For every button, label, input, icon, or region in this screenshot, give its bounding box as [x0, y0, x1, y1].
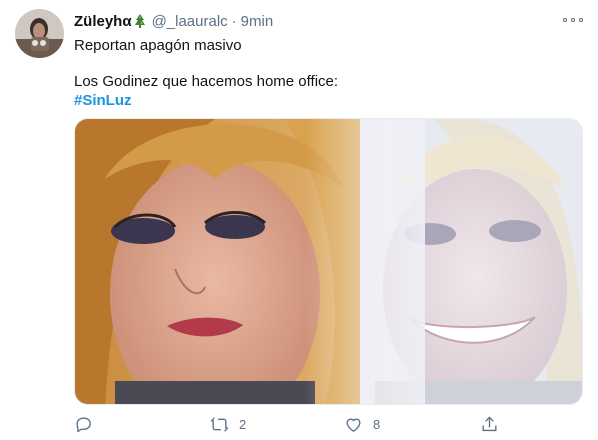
like-button[interactable]: 8 — [344, 412, 380, 436]
retweet-icon — [210, 416, 229, 432]
tweet-actions: 2 8 — [74, 412, 504, 436]
like-count: 8 — [373, 416, 381, 432]
avatar-image — [15, 9, 64, 58]
author-display-name[interactable]: Züleyhα — [74, 13, 132, 30]
tweet-timestamp[interactable]: 9min — [241, 13, 274, 30]
share-button[interactable] — [480, 412, 499, 436]
retweet-button[interactable]: 2 — [210, 412, 246, 436]
author-handle[interactable]: @_laauralc — [152, 13, 228, 30]
reply-button[interactable] — [74, 412, 103, 436]
header-separator: · — [231, 12, 237, 30]
tweet-text-line-1: Reportan apagón masivo — [74, 37, 242, 54]
avatar[interactable] — [15, 9, 64, 58]
tweet-header: Züleyhα @_laauralc · 9min — [74, 11, 273, 31]
retweet-count: 2 — [239, 416, 247, 432]
tweet[interactable]: Züleyhα @_laauralc · 9min Reportan apagó… — [0, 0, 598, 440]
reply-icon — [76, 416, 91, 432]
hashtag-link[interactable]: #SinLuz — [74, 91, 132, 111]
tweet-media-image[interactable] — [74, 118, 583, 405]
tweet-text-line-2: Los Godinez que hacemos home office: — [74, 73, 339, 90]
more-icon[interactable] — [563, 12, 583, 28]
meme-photo — [75, 119, 582, 404]
christmas-tree-icon — [134, 13, 146, 29]
share-icon — [482, 416, 497, 431]
heart-icon — [346, 418, 361, 432]
